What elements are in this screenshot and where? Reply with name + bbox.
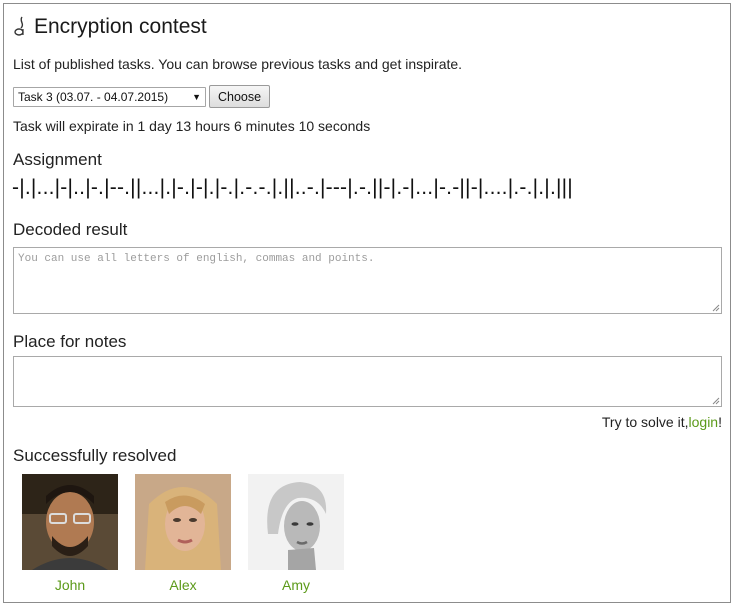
user-name: John (54, 577, 86, 593)
expiration-countdown: Task will expirate in 1 day 13 hours 6 m… (13, 118, 371, 134)
task-select[interactable]: Task 3 (03.07. - 04.07.2015) ▼ (13, 86, 206, 107)
avatar (22, 474, 118, 570)
chevron-down-icon: ▼ (192, 91, 201, 102)
user-name: Alex (169, 577, 197, 593)
resolved-user-john[interactable]: John (22, 474, 118, 593)
login-prompt-text: Try to solve it, (601, 414, 689, 430)
page-title: Encryption contest (34, 15, 207, 38)
assignment-heading: Assignment (13, 150, 102, 169)
resize-grip-icon[interactable] (712, 397, 720, 405)
task-select-value: Task 3 (03.07. - 04.07.2015) (18, 89, 169, 104)
login-prompt-suffix: ! (718, 414, 722, 430)
resolved-heading: Successfully resolved (13, 446, 177, 465)
resolved-user-alex[interactable]: Alex (135, 474, 231, 593)
decoded-placeholder: You can use all letters of english, comm… (18, 253, 375, 265)
page-header: Encryption contest (12, 12, 207, 42)
notes-heading: Place for notes (13, 332, 127, 351)
avatar (135, 474, 231, 570)
avatar (248, 474, 344, 570)
music-note-icon (14, 16, 24, 36)
login-prompt: Try to solve it,login! (602, 414, 722, 430)
task-picker: Task 3 (03.07. - 04.07.2015) ▼ Choose (13, 85, 271, 108)
decoded-result-input[interactable]: You can use all letters of english, comm… (13, 247, 722, 314)
decoded-heading: Decoded result (13, 220, 128, 239)
login-link[interactable]: login (689, 414, 719, 430)
resolved-user-amy[interactable]: Amy (248, 474, 344, 593)
choose-button[interactable]: Choose (209, 85, 271, 108)
user-name: Amy (282, 577, 310, 593)
resize-grip-icon[interactable] (712, 304, 720, 312)
intro-text: List of published tasks. You can browse … (13, 56, 463, 72)
assignment-cipher: -|.|...|-|..|-.|--.||...|.|-.|-|.|-.|.-.… (12, 176, 573, 199)
notes-input[interactable] (13, 356, 722, 407)
